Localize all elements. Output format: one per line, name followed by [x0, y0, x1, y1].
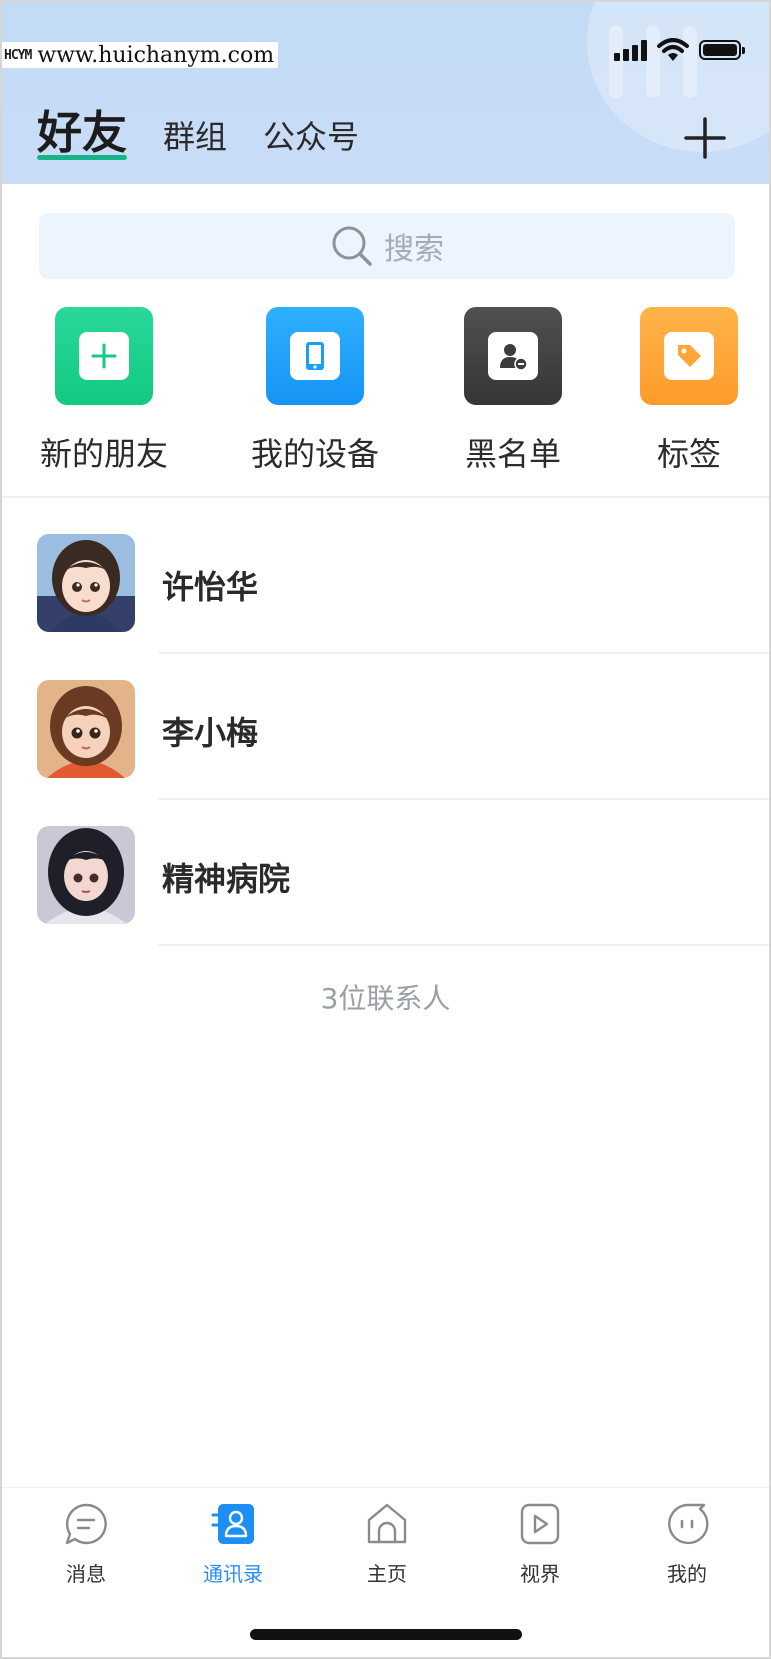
contact-name: 李小梅 — [162, 714, 259, 752]
tabbar-label: 消息 — [66, 1562, 106, 1586]
header: HCYM www.huichanym.com 好友 群组 公众号 — [2, 2, 769, 184]
watermark-url: www.huichanym.com — [37, 42, 275, 68]
tabbar-label: 我的 — [667, 1562, 707, 1586]
contact-name: 精神病院 — [162, 860, 291, 898]
tabbar-label: 主页 — [367, 1562, 407, 1586]
active-tab-indicator — [37, 155, 128, 160]
tabbar-item-messages[interactable]: 消息 — [31, 1501, 141, 1587]
tabbar-item-me[interactable]: 我的 — [632, 1501, 742, 1587]
search-icon — [332, 226, 372, 266]
contacts-icon — [211, 1504, 254, 1544]
contact-row[interactable]: 精神病院 — [2, 800, 769, 946]
quick-action-label: 黑名单 — [464, 435, 561, 473]
contact-row[interactable]: 李小梅 — [2, 654, 769, 800]
tabbar-item-contacts[interactable]: 通讯录 — [178, 1501, 288, 1587]
watermark: HCYM www.huichanym.com — [2, 42, 279, 68]
header-tabs: 好友 群组 公众号 — [37, 110, 359, 160]
profile-face-icon — [668, 1503, 709, 1545]
quick-action-label: 我的设备 — [250, 435, 379, 473]
phone-icon — [266, 307, 364, 405]
tabbar-item-vision[interactable]: 视界 — [485, 1501, 595, 1587]
tabbar-item-home[interactable]: 主页 — [332, 1501, 442, 1587]
quick-action-new-friends[interactable]: 新的朋友 — [24, 307, 184, 475]
quick-action-label: 标签 — [656, 435, 721, 473]
app-screen: HCYM www.huichanym.com 好友 群组 公众号 搜索 新的朋友… — [0, 0, 771, 1659]
quick-action-tags[interactable]: 标签 — [609, 307, 769, 475]
avatar — [37, 826, 135, 924]
chat-bubble-icon — [65, 1503, 107, 1545]
quick-action-blacklist[interactable]: 黑名单 — [433, 307, 593, 475]
blocked-user-icon — [464, 307, 562, 405]
quick-action-label: 新的朋友 — [39, 435, 168, 473]
tabbar-label: 视界 — [520, 1562, 560, 1586]
battery-icon — [699, 40, 745, 60]
home-icon — [367, 1503, 407, 1544]
video-play-icon — [520, 1503, 560, 1545]
section-divider — [2, 496, 769, 498]
tab-groups[interactable]: 群组 — [163, 121, 227, 155]
search-placeholder: 搜索 — [384, 232, 444, 267]
quick-action-my-devices[interactable]: 我的设备 — [235, 307, 395, 475]
contact-name: 许怡华 — [162, 568, 259, 606]
tab-friends[interactable]: 好友 — [37, 110, 128, 160]
status-bar — [614, 38, 745, 62]
plus-icon[interactable] — [682, 115, 728, 161]
home-indicator[interactable] — [250, 1629, 522, 1640]
avatar — [37, 680, 135, 778]
row-divider — [158, 944, 769, 946]
wifi-icon — [657, 38, 689, 61]
tabbar-label: 通讯录 — [203, 1562, 263, 1586]
search-bar[interactable]: 搜索 — [39, 213, 735, 279]
watermark-logo: HCYM — [4, 47, 32, 63]
contact-row[interactable]: 许怡华 — [2, 508, 769, 654]
tag-icon — [640, 307, 738, 405]
tab-friends-label: 好友 — [37, 106, 128, 159]
tab-official-accounts[interactable]: 公众号 — [263, 121, 359, 155]
contact-count: 3位联系人 — [320, 982, 451, 1015]
add-friend-icon — [55, 307, 153, 405]
cellular-signal-icon — [614, 39, 647, 61]
avatar — [37, 534, 135, 632]
